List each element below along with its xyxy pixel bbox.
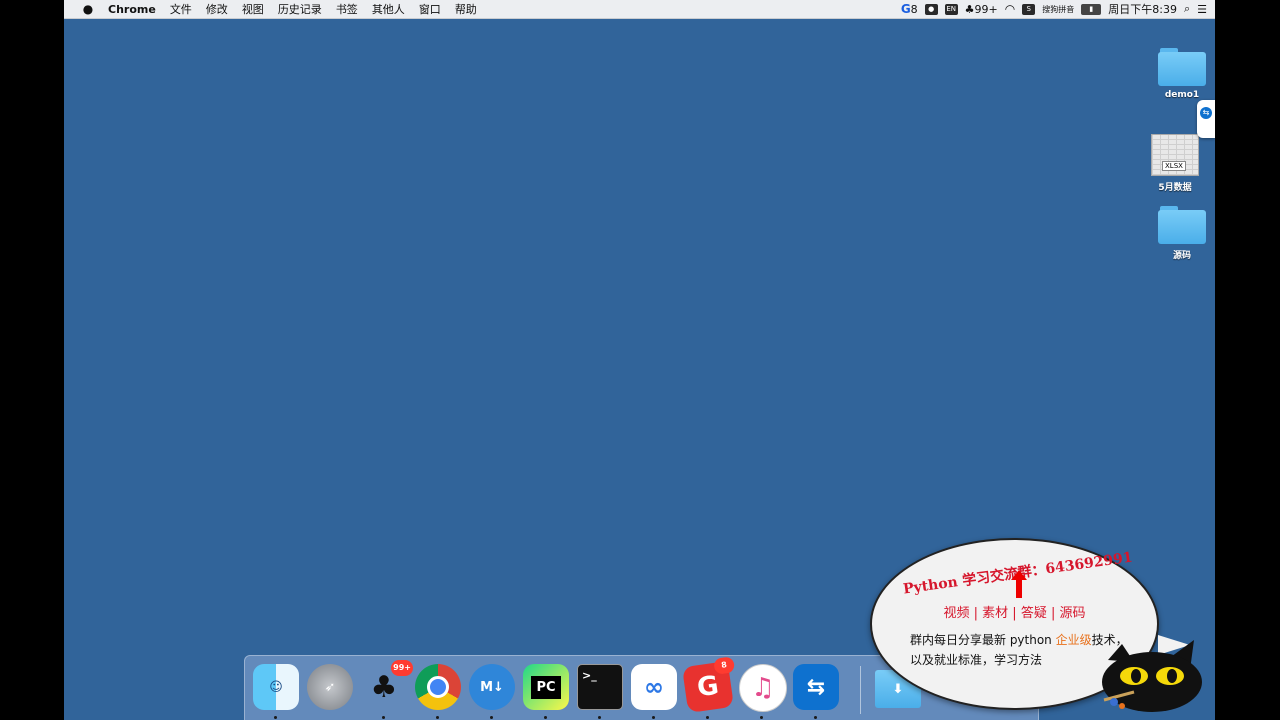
terminal-icon[interactable]: >_ [577, 664, 623, 710]
dock-separator [860, 666, 861, 714]
pycharm-icon[interactable]: PC [523, 664, 569, 710]
rocket-icon[interactable]: ➶ [307, 664, 353, 710]
finder-icon[interactable]: ☺ [253, 664, 299, 710]
penguin-icon[interactable]: ♣ 99+ [361, 660, 413, 710]
desktop-item-demo1[interactable]: demo1 [1147, 48, 1215, 100]
teamviewer-side-tab[interactable]: ⇆ [1197, 100, 1215, 138]
folder-icon [1158, 206, 1206, 244]
qq-status-icon: ♣ [964, 2, 975, 16]
desktop-item-source[interactable]: 源码 [1147, 206, 1215, 261]
qq-count: 99+ [974, 2, 998, 16]
cloud-icon[interactable]: ∞ [631, 664, 677, 710]
desktop-item-label: 5月数据 [1158, 183, 1192, 193]
desktop-item-label: 源码 [1172, 251, 1191, 261]
sogou-icon[interactable]: S [1022, 3, 1036, 15]
g-count: 8 [910, 3, 918, 16]
menu-edit[interactable]: 修改 [206, 1, 228, 17]
en-icon[interactable]: EN [944, 3, 958, 15]
menu-bookmarks[interactable]: 书签 [336, 1, 358, 17]
spreadsheet-icon: XLSX [1151, 134, 1199, 176]
menu-window[interactable]: 窗口 [419, 1, 441, 17]
g-status-item[interactable]: G8 [901, 2, 918, 16]
menu-view[interactable]: 视图 [242, 1, 264, 17]
menu-people[interactable]: 其他人 [372, 1, 405, 17]
menu-app-name[interactable]: Chrome [108, 3, 156, 16]
cartoon-cat-icon [1102, 640, 1202, 712]
teamviewer-icon[interactable]: ⇆ [793, 664, 839, 710]
g-status-icon: G [900, 2, 911, 16]
desktop-screen: ● Chrome 文件 修改 视图 历史记录 书签 其他人 窗口 帮助 G8 ●… [64, 0, 1215, 720]
music-icon[interactable]: ♫ [739, 664, 787, 712]
wifi-icon[interactable]: ◠ [1005, 2, 1015, 16]
promo-tags: 视频 | 素材 | 答疑 | 源码 [943, 606, 1086, 621]
promo-desc-highlight: 企业级 [1055, 633, 1092, 647]
status-area: G8 ● EN ♣99+ ◠ S 搜狗拼音 ▮ 周日下午8:39 ⌕ ☰ [901, 0, 1215, 18]
chrome-icon[interactable] [415, 664, 461, 710]
g-app-badge: 8 [713, 656, 736, 675]
spotlight-search-icon[interactable]: ⌕ [1184, 2, 1190, 16]
g-app-icon[interactable]: G8 [682, 656, 736, 713]
desktop-item-label: demo1 [1164, 90, 1200, 100]
battery-icon[interactable]: ▮ [1081, 3, 1102, 15]
menu-bar: ● Chrome 文件 修改 视图 历史记录 书签 其他人 窗口 帮助 G8 ●… [64, 0, 1215, 19]
menu-file[interactable]: 文件 [170, 1, 192, 17]
pycharm-label: PC [531, 675, 561, 699]
teamviewer-icon: ⇆ [1200, 107, 1212, 119]
desktop-item-may-data[interactable]: XLSX 5月数据 [1140, 134, 1210, 193]
qq-status-item[interactable]: ♣99+ [965, 3, 998, 16]
mic-icon[interactable]: ● [924, 3, 938, 15]
xlsx-badge: XLSX [1162, 161, 1186, 171]
folder-icon [1158, 48, 1206, 86]
apple-icon[interactable]: ● [80, 2, 96, 16]
qq-badge: 99+ [391, 660, 413, 676]
red-arrow-icon [1011, 570, 1027, 598]
promo-desc-prefix: 群内每日分享最新 python [910, 633, 1056, 647]
clock[interactable]: 周日下午8:39 [1108, 1, 1177, 17]
markdown-icon[interactable]: M↓ [469, 664, 515, 710]
menu-history[interactable]: 历史记录 [278, 1, 322, 17]
menu-help[interactable]: 帮助 [455, 1, 477, 17]
input-method-label[interactable]: 搜狗拼音 [1042, 4, 1074, 15]
notification-center-icon[interactable]: ☰ [1197, 3, 1207, 16]
promo-desc-line2: 以及就业标准，学习方法 [910, 653, 1043, 667]
